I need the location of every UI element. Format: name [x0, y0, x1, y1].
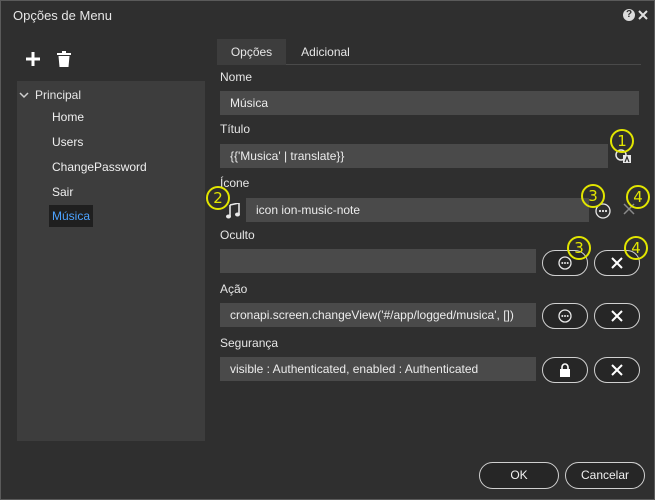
icone-input[interactable]: icon ion-music-note — [246, 198, 589, 222]
callout-3-icone: 3 — [581, 184, 605, 208]
oculto-label: Oculto — [220, 228, 255, 242]
cancel-button[interactable]: Cancelar — [565, 462, 645, 489]
tree-item-musica[interactable]: Música — [49, 205, 94, 227]
dialog-title: Opções de Menu — [13, 8, 113, 23]
plus-icon[interactable] — [25, 51, 41, 67]
callout-4-oculto: 4 — [624, 236, 648, 260]
titulo-input[interactable]: {{'Musica' | translate}} — [220, 144, 608, 168]
acao-clear-button[interactable] — [594, 303, 640, 329]
tree-item-home[interactable]: Home — [49, 106, 87, 128]
music-note-icon — [226, 202, 240, 219]
menu-options-dialog: Opções de Menu ? Principal Home Users Ch… — [0, 0, 655, 500]
title-bar: Opções de Menu ? — [1, 1, 654, 29]
close-icon — [611, 364, 623, 376]
seguranca-lock-button[interactable] — [542, 357, 588, 383]
tab-opcoes[interactable]: Opções — [217, 39, 286, 65]
acao-options-button[interactable] — [542, 303, 588, 329]
acao-input[interactable]: cronapi.screen.changeView('#/app/logged/… — [220, 303, 536, 327]
tree-item-users[interactable]: Users — [49, 131, 86, 153]
close-icon — [611, 310, 623, 322]
titulo-label: Título — [220, 122, 251, 136]
seguranca-clear-button[interactable] — [594, 357, 640, 383]
nome-input[interactable]: Música — [220, 91, 639, 115]
lock-icon — [560, 363, 570, 377]
ok-button[interactable]: OK — [479, 462, 559, 489]
tree-root-label: Principal — [35, 88, 82, 102]
close-icon — [611, 257, 623, 269]
more-icon — [558, 256, 572, 270]
tree-item-changepassword[interactable]: ChangePassword — [49, 156, 150, 178]
acao-label: Ação — [220, 282, 248, 296]
help-icon[interactable]: ? — [623, 9, 635, 21]
menu-tree: Principal Home Users ChangePassword Sair… — [17, 81, 205, 441]
oculto-input[interactable] — [220, 249, 536, 273]
more-icon — [558, 309, 572, 323]
tree-item-sair[interactable]: Sair — [49, 181, 76, 203]
tree-root-principal[interactable]: Principal — [19, 85, 81, 105]
seguranca-label: Segurança — [220, 336, 279, 350]
callout-4-icone: 4 — [626, 185, 650, 209]
chevron-down-icon[interactable] — [19, 90, 29, 100]
close-icon[interactable] — [637, 9, 649, 21]
seguranca-input[interactable]: visible : Authenticated, enabled : Authe… — [220, 357, 536, 381]
callout-1: 1 — [610, 129, 634, 153]
trash-icon[interactable] — [57, 51, 71, 67]
nome-label: Nome — [220, 70, 253, 84]
tab-adicional[interactable]: Adicional — [286, 39, 365, 65]
callout-3-oculto: 3 — [567, 236, 591, 260]
tab-bar: Opções Adicional — [217, 39, 641, 65]
